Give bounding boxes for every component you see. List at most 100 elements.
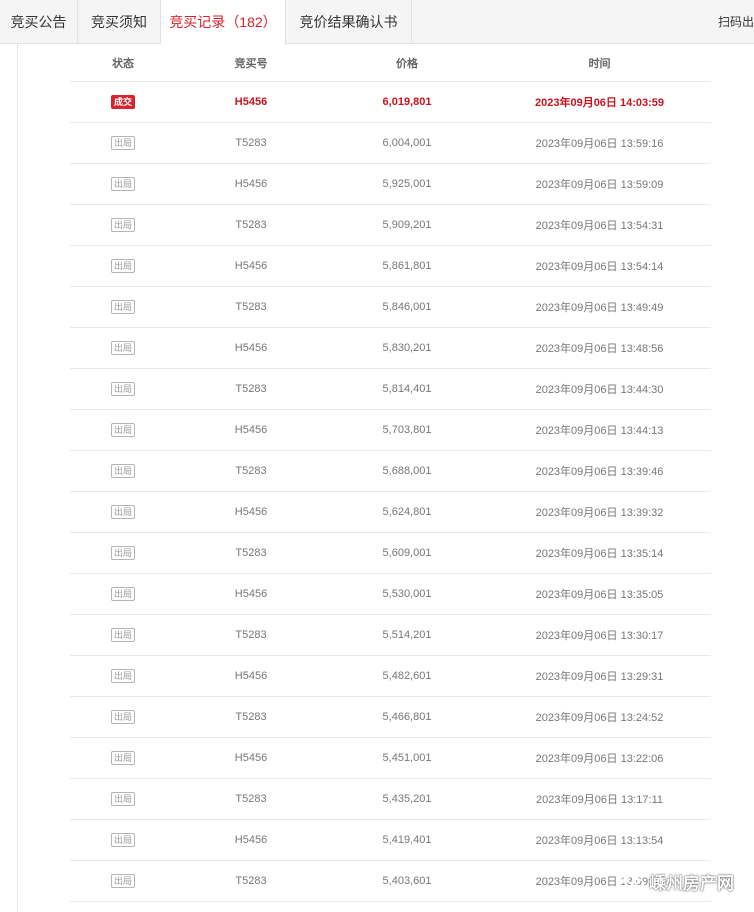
- status-badge: 出局: [110, 218, 135, 232]
- status-badge: 出局: [110, 382, 135, 396]
- header-time: 时间: [588, 57, 611, 70]
- table-row: 出局 T5283 5,814,401 2023年09月06日 13:44:30: [70, 369, 711, 410]
- price-cell: 5,925,001: [382, 178, 432, 190]
- header-bidder: 竞买号: [234, 57, 268, 70]
- bidder-cell: H5456: [234, 670, 268, 682]
- bidder-cell: H5456: [234, 588, 268, 600]
- status-badge: 出局: [110, 546, 135, 560]
- bidder-cell: H5456: [234, 834, 268, 846]
- price-cell: 5,609,001: [382, 547, 432, 559]
- table-row: 出局 H5456 5,624,801 2023年09月06日 13:39:32: [70, 492, 711, 533]
- time-cell: 2023年09月06日 13:35:14: [535, 548, 664, 560]
- bidder-cell: H5456: [234, 424, 268, 436]
- table-row: 出局 T5283 5,609,001 2023年09月06日 13:35:14: [70, 533, 711, 574]
- status-badge: 出局: [110, 587, 135, 601]
- time-cell: 2023年09月06日 13:54:14: [535, 261, 664, 273]
- status-badge: 出局: [110, 505, 135, 519]
- table-row: 出局 H5456 5,703,801 2023年09月06日 13:44:13: [70, 410, 711, 451]
- table-row: 出局 H5456 5,451,001 2023年09月06日 13:22:06: [70, 738, 711, 779]
- tab-bid-records[interactable]: 竞买记录（182）: [161, 0, 286, 45]
- table-header: 状态 竞买号 价格 时间: [70, 44, 711, 82]
- status-cell: 出局: [70, 492, 176, 532]
- header-status: 状态: [112, 57, 134, 70]
- status-badge: 出局: [110, 628, 135, 642]
- scan-qr-link[interactable]: 扫码出: [718, 0, 754, 44]
- header-price: 价格: [396, 57, 418, 70]
- table-row: 出局 H5456 5,830,201 2023年09月06日 13:48:56: [70, 328, 711, 369]
- table-row: 出局 H5456 5,530,001 2023年09月06日 13:35:05: [70, 574, 711, 615]
- bidder-cell: T5283: [235, 547, 267, 559]
- price-cell: 5,451,001: [382, 752, 432, 764]
- watermark: 嵊州房产网: [623, 869, 734, 894]
- tab-announcement[interactable]: 竞买公告: [0, 0, 78, 44]
- status-badge: 出局: [110, 710, 135, 724]
- time-cell: 2023年09月06日 13:48:56: [535, 343, 664, 355]
- status-cell: 出局: [70, 451, 176, 491]
- table-row: 出局 H5456 5,925,001 2023年09月06日 13:59:09: [70, 164, 711, 205]
- status-badge: 出局: [110, 874, 135, 888]
- time-cell: 2023年09月06日 13:24:52: [535, 712, 664, 724]
- price-cell: 5,435,201: [382, 793, 432, 805]
- table-row: 出局 T5283 6,004,001 2023年09月06日 13:59:16: [70, 123, 711, 164]
- time-cell: 2023年09月06日 13:49:49: [535, 302, 664, 314]
- price-cell: 5,514,201: [382, 629, 432, 641]
- status-cell: 出局: [70, 861, 176, 901]
- bidder-cell: T5283: [235, 875, 267, 887]
- price-cell: 5,466,801: [382, 711, 432, 723]
- bid-records-table: 状态 竞买号 价格 时间 成交 H5456 6,019,801 2023年09月06日…: [70, 44, 711, 902]
- time-cell: 2023年09月06日 13:29:31: [535, 671, 664, 683]
- table-row: 出局 T5283 5,514,201 2023年09月06日 13:30:17: [70, 615, 711, 656]
- time-cell: 2023年09月06日 13:22:06: [535, 753, 664, 765]
- price-cell: 5,909,201: [382, 219, 432, 231]
- table-row: 出局 H5456 5,419,401 2023年09月06日 13:13:54: [70, 820, 711, 861]
- bidder-cell: T5283: [235, 383, 267, 395]
- bidder-cell: H5456: [234, 96, 268, 108]
- price-cell: 5,403,601: [382, 875, 432, 887]
- status-badge: 出局: [110, 300, 135, 314]
- time-cell: 2023年09月06日 13:39:32: [535, 507, 664, 519]
- bidder-cell: T5283: [235, 137, 267, 149]
- status-cell: 出局: [70, 369, 176, 409]
- bidder-cell: T5283: [235, 793, 267, 805]
- status-cell: 成交: [70, 82, 176, 122]
- time-cell: 2023年09月06日 13:13:54: [535, 835, 664, 847]
- table-row: 出局 T5283 5,909,201 2023年09月06日 13:54:31: [70, 205, 711, 246]
- status-badge: 出局: [110, 464, 135, 478]
- status-cell: 出局: [70, 779, 176, 819]
- bidder-cell: H5456: [234, 178, 268, 190]
- status-cell: 出局: [70, 738, 176, 778]
- time-cell: 2023年09月06日 13:30:17: [535, 630, 664, 642]
- status-cell: 出局: [70, 287, 176, 327]
- bidder-cell: H5456: [234, 752, 268, 764]
- price-cell: 5,846,001: [382, 301, 432, 313]
- bidder-cell: T5283: [235, 219, 267, 231]
- tab-result-confirmation[interactable]: 竞价结果确认书: [286, 0, 412, 44]
- status-cell: 出局: [70, 246, 176, 286]
- status-cell: 出局: [70, 820, 176, 860]
- status-badge: 出局: [110, 669, 135, 683]
- status-cell: 出局: [70, 123, 176, 163]
- status-badge: 出局: [110, 259, 135, 273]
- watermark-text: 嵊州房产网: [649, 874, 734, 893]
- status-cell: 出局: [70, 328, 176, 368]
- bidder-cell: H5456: [234, 260, 268, 272]
- status-cell: 出局: [70, 205, 176, 245]
- price-cell: 5,830,201: [382, 342, 432, 354]
- table-row: 出局 T5283 5,466,801 2023年09月06日 13:24:52: [70, 697, 711, 738]
- table-row: 出局 T5283 5,688,001 2023年09月06日 13:39:46: [70, 451, 711, 492]
- table-row: 出局 T5283 5,403,601 2023年09月06日 13:09:56: [70, 861, 711, 902]
- status-badge: 出局: [110, 792, 135, 806]
- time-cell: 2023年09月06日 13:44:30: [535, 384, 664, 396]
- time-cell: 2023年09月06日 13:17:11: [536, 794, 663, 806]
- price-cell: 5,814,401: [382, 383, 432, 395]
- time-cell: 2023年09月06日 13:59:09: [535, 179, 664, 191]
- tab-label: 竞买记录: [169, 14, 226, 30]
- price-cell: 5,688,001: [382, 465, 432, 477]
- price-cell: 6,019,801: [382, 96, 432, 108]
- status-cell: 出局: [70, 574, 176, 614]
- table-row: 成交 H5456 6,019,801 2023年09月06日 14:03:59: [70, 82, 711, 123]
- tab-notice[interactable]: 竞买须知: [78, 0, 161, 44]
- bidder-cell: H5456: [234, 342, 268, 354]
- price-cell: 5,530,001: [382, 588, 432, 600]
- status-cell: 出局: [70, 656, 176, 696]
